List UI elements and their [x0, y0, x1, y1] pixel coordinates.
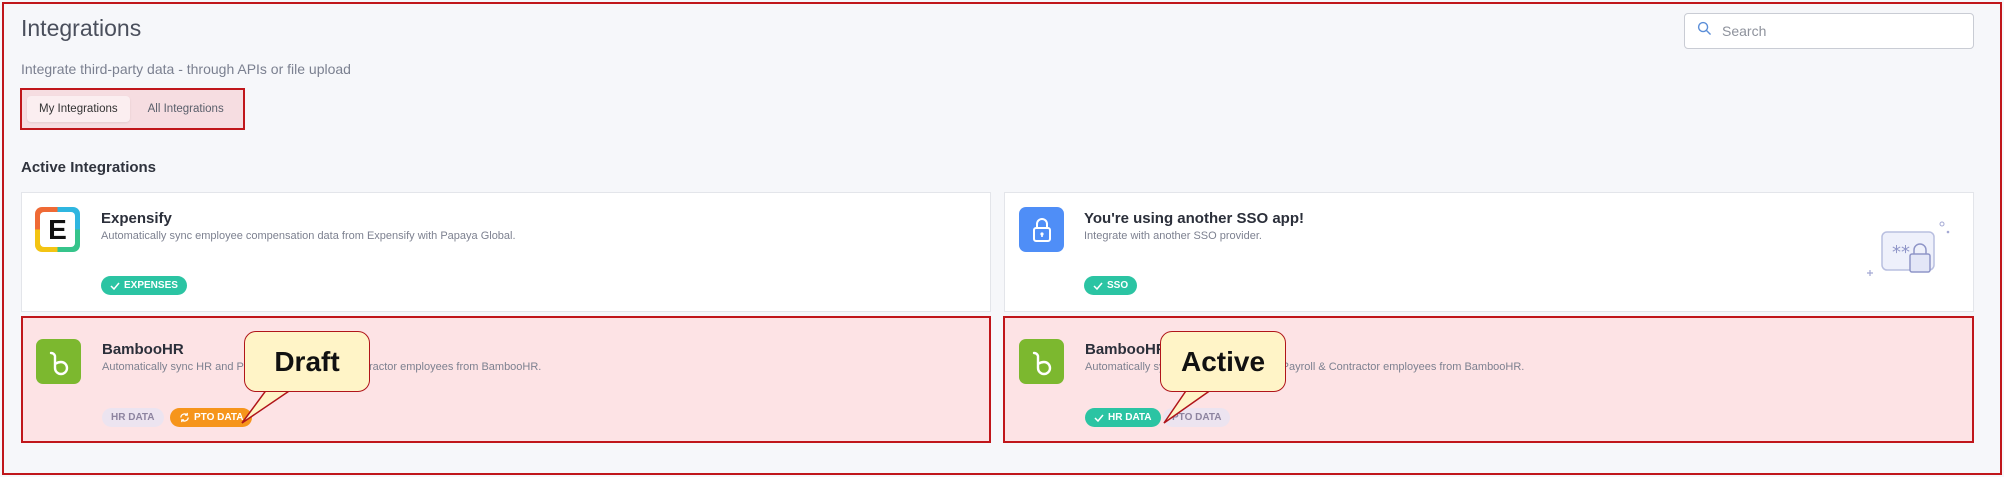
integration-card-bamboohr-active[interactable]: BambooHR Automatically sync HR and PTO d… [1003, 316, 1974, 443]
integration-card-sso[interactable]: You're using another SSO app! Integrate … [1004, 192, 1974, 312]
tag-expenses: EXPENSES [101, 276, 187, 295]
check-icon [110, 282, 120, 290]
tag-label: SSO [1107, 280, 1129, 291]
card-description: Automatically sync HR and PTO data of Pa… [1085, 361, 1525, 373]
page-title: Integrations [21, 15, 142, 41]
integration-card-expensify[interactable]: E Expensify Automatically sync employee … [21, 192, 991, 312]
sso-illustration-icon: ** [1867, 221, 1950, 276]
section-title: Active Integrations [21, 159, 157, 176]
expensify-logo-letter: E [40, 212, 75, 247]
sync-icon [180, 412, 189, 423]
page-subtitle: Integrate third-party data - through API… [21, 61, 351, 77]
tag-label: HR DATA [1108, 412, 1152, 423]
tag-label: EXPENSES [124, 280, 178, 291]
card-description: Integrate with another SSO provider. [1084, 230, 1262, 242]
check-icon [1093, 282, 1103, 290]
tab-my-integrations[interactable]: My Integrations [27, 96, 130, 122]
search-icon [1697, 21, 1712, 41]
card-title: You're using another SSO app! [1084, 210, 1304, 227]
search-box[interactable] [1684, 13, 1974, 49]
svg-text:**: ** [1892, 242, 1910, 263]
tabs-container: My Integrations All Integrations [20, 88, 245, 130]
integration-card-bamboohr-draft[interactable]: BambooHR Automatically sync HR and PTO d… [21, 316, 991, 443]
tag-label: HR DATA [111, 412, 155, 423]
card-description: Automatically sync employee compensation… [101, 230, 516, 242]
card-title: Expensify [101, 210, 172, 227]
bamboohr-logo-icon [1019, 339, 1064, 384]
tab-all-integrations[interactable]: All Integrations [136, 96, 236, 122]
search-input[interactable] [1722, 23, 1962, 39]
lock-icon [1019, 207, 1064, 252]
card-title: BambooHR [1085, 341, 1167, 358]
callout-draft: Draft [244, 331, 370, 392]
expensify-logo-icon: E [35, 207, 80, 252]
callout-active: Active [1160, 331, 1286, 392]
check-icon [1094, 414, 1104, 422]
bamboohr-logo-icon [36, 339, 81, 384]
card-title: BambooHR [102, 341, 184, 358]
tag-hr-data: HR DATA [102, 408, 164, 427]
tag-sso: SSO [1084, 276, 1138, 295]
